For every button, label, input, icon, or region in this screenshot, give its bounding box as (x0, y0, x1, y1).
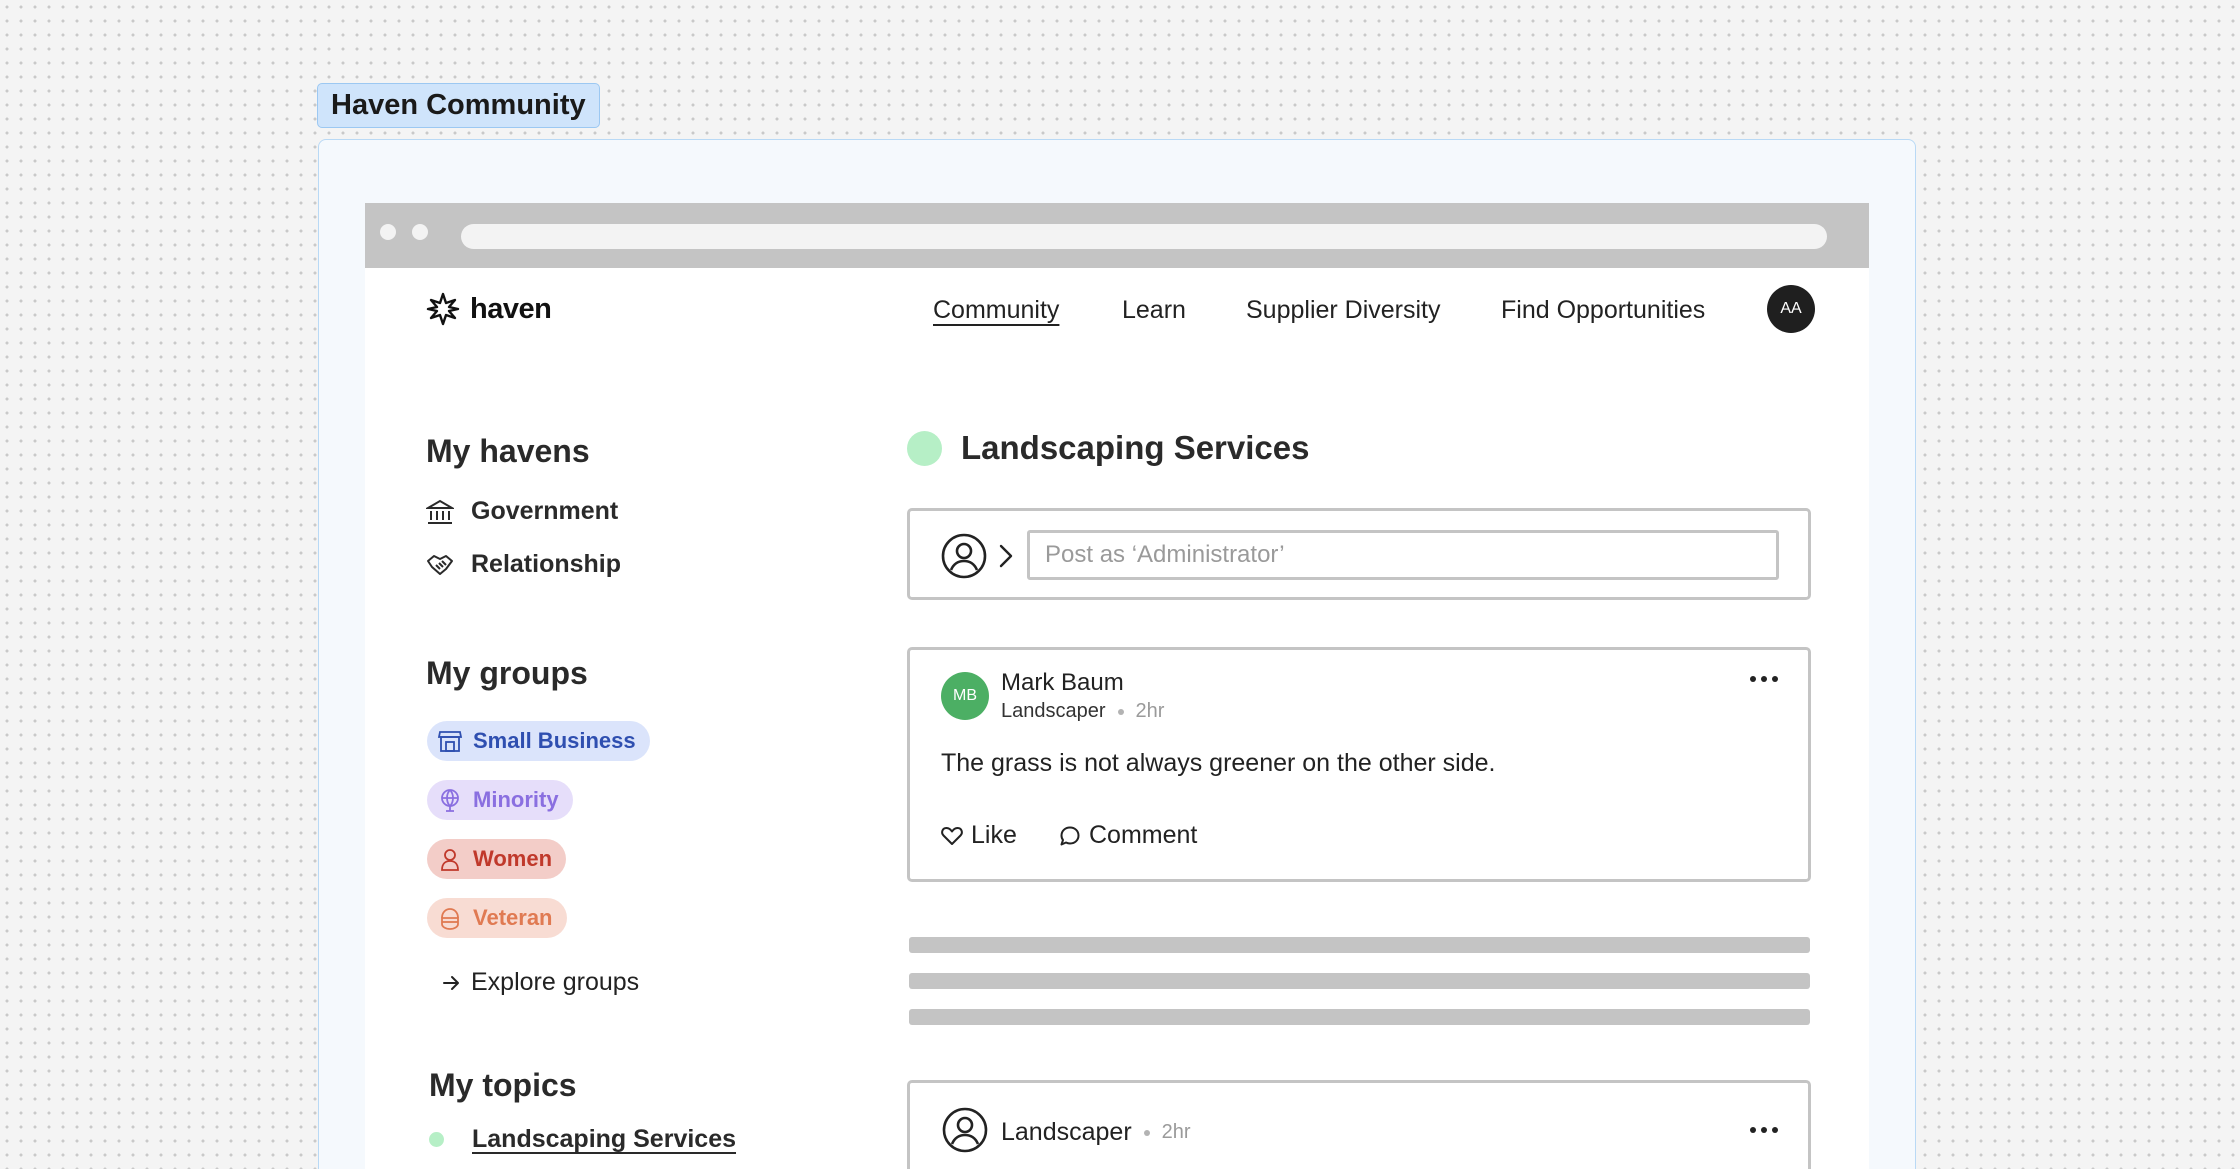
meta-separator (1117, 708, 1124, 715)
logo-text: haven (470, 292, 552, 325)
post-card: Landscaper 2hr (907, 1080, 1811, 1169)
user-circle-icon (942, 1107, 988, 1153)
comment-icon (1060, 826, 1080, 845)
loading-skeleton-line (909, 973, 1810, 989)
haven-label: Government (471, 497, 619, 525)
group-pill-small-business[interactable]: Small Business (427, 721, 650, 761)
group-label: Small Business (473, 728, 636, 753)
author-avatar[interactable]: MB (941, 672, 989, 720)
nav-learn[interactable]: Learn (1122, 296, 1186, 325)
app-page: haven Community Learn Supplier Diversity… (365, 268, 1869, 1169)
topic-color-dot (907, 430, 942, 466)
group-label: Minority (473, 787, 559, 812)
explore-label: Explore groups (471, 968, 640, 996)
comment-label: Comment (1089, 821, 1198, 849)
post-meta: Landscaper 2hr (1001, 1118, 1191, 1147)
window-dot (412, 224, 428, 240)
author-name[interactable]: Mark Baum (1001, 669, 1124, 697)
like-label: Like (971, 821, 1017, 849)
topic-color-dot (429, 1132, 444, 1147)
haven-logo-icon (426, 292, 460, 326)
user-avatar[interactable]: AA (1767, 285, 1815, 333)
my-groups-heading: My groups (426, 655, 588, 691)
heart-icon (941, 826, 963, 845)
handshake-icon (427, 554, 453, 575)
nav-find-opportunities[interactable]: Find Opportunities (1501, 296, 1705, 325)
arrow-right-icon (443, 975, 459, 990)
post-composer (907, 508, 1811, 600)
group-pill-veteran[interactable]: Veteran (427, 898, 567, 938)
user-circle-icon (941, 533, 987, 579)
group-pill-minority[interactable]: Minority (427, 780, 573, 820)
chevron-right-icon[interactable] (998, 543, 1014, 569)
haven-item-relationship[interactable]: Relationship (426, 550, 621, 579)
loading-skeleton-line (909, 1009, 1810, 1025)
topic-item-landscaping[interactable]: Landscaping Services (429, 1125, 736, 1154)
comment-button[interactable]: Comment (1059, 821, 1197, 850)
explore-groups-link[interactable]: Explore groups (441, 968, 639, 997)
my-topics-heading: My topics (429, 1067, 577, 1103)
topic-label: Landscaping Services (472, 1125, 737, 1153)
loading-skeleton-line (909, 937, 1810, 953)
meta-separator (1143, 1129, 1150, 1136)
globe-icon (441, 789, 459, 812)
my-havens-heading: My havens (426, 433, 590, 469)
post-time: 2hr (1161, 1121, 1191, 1143)
url-bar[interactable] (461, 224, 1827, 249)
haven-item-government[interactable]: Government (426, 497, 618, 526)
post-time: 2hr (1135, 700, 1165, 722)
post-input[interactable] (1027, 530, 1779, 580)
group-label: Veteran (473, 905, 553, 930)
more-options-icon[interactable] (1750, 676, 1778, 682)
storefront-icon (437, 731, 463, 752)
haven-label: Relationship (471, 550, 622, 578)
post-body: The grass is not always greener on the o… (941, 749, 1496, 777)
like-button[interactable]: Like (941, 821, 1017, 850)
window-dot (380, 224, 396, 240)
nav-community[interactable]: Community (933, 296, 1059, 325)
post-meta: Landscaper 2hr (1001, 700, 1164, 723)
post-card: MB Mark Baum Landscaper 2hr The grass is… (907, 647, 1811, 882)
group-label: Women (473, 846, 553, 871)
haven-logo[interactable]: haven (426, 292, 552, 326)
topic-title: Landscaping Services (961, 429, 1310, 466)
browser-chrome (365, 203, 1869, 268)
government-building-icon (426, 499, 454, 524)
author-role: Landscaper (1001, 700, 1106, 722)
more-options-icon[interactable] (1750, 1127, 1778, 1133)
nav-supplier-diversity[interactable]: Supplier Diversity (1246, 296, 1441, 325)
group-pill-women[interactable]: Women (427, 839, 567, 879)
woman-icon (441, 849, 459, 871)
author-name[interactable]: Landscaper (1001, 1118, 1132, 1147)
topic-header: Landscaping Services (907, 429, 1309, 467)
helmet-icon (441, 908, 459, 930)
frame-label: Haven Community (317, 83, 600, 128)
